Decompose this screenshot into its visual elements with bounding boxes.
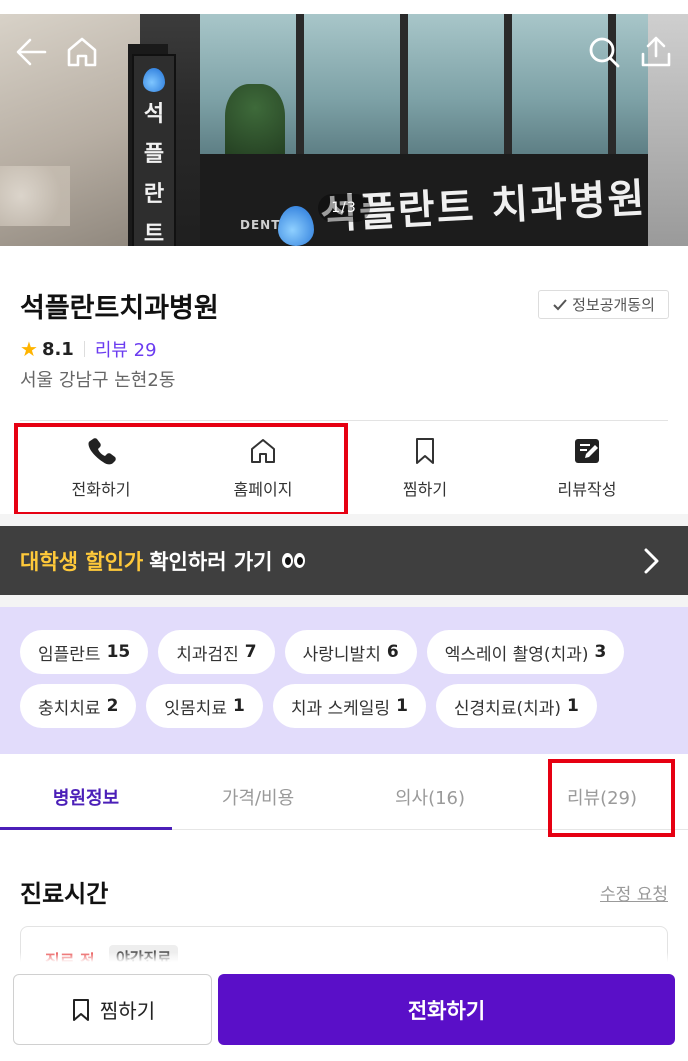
tag-name: 사랑니발치 xyxy=(302,644,381,665)
eyes-icon xyxy=(282,553,306,568)
consent-label: 정보공개동의 xyxy=(572,296,655,314)
tag-row: 충치치료 2 잇몸치료 1 치과 스케일링 1 신경치료(치과) 1 xyxy=(20,684,688,728)
clinic-address: 서울 강남구 논현2동 xyxy=(20,370,176,391)
tag-chip[interactable]: 잇몸치료 1 xyxy=(146,684,263,728)
tag-count: 6 xyxy=(386,642,399,662)
tag-chip[interactable]: 임플란트 15 xyxy=(20,630,149,674)
home-icon[interactable] xyxy=(64,34,100,70)
tag-chip[interactable]: 치과 스케일링 1 xyxy=(272,684,426,728)
tag-count: 15 xyxy=(106,642,131,662)
sign-char: 란 xyxy=(143,182,165,207)
tag-chip[interactable]: 엑스레이 촬영(치과) 3 xyxy=(426,630,625,674)
tag-chip[interactable]: 신경치료(치과) 1 xyxy=(435,684,597,728)
treatment-tags: 임플란트 15 치과검진 7 사랑니발치 6 엑스레이 촬영(치과) 3 충치치료 2 잇… xyxy=(0,607,688,754)
section-gap xyxy=(0,595,688,607)
tag-name: 치과 스케일링 xyxy=(290,698,391,719)
tag-name: 신경치료(치과) xyxy=(453,698,562,719)
tag-count: 1 xyxy=(396,696,408,716)
divider xyxy=(83,341,85,357)
tag-name: 잇몸치료 xyxy=(164,698,227,719)
bookmark-action[interactable]: 찜하기 xyxy=(344,422,506,514)
tag-chip[interactable]: 치과검진 7 xyxy=(158,630,275,674)
divider xyxy=(20,420,668,421)
check-icon xyxy=(553,298,567,310)
back-arrow-icon[interactable] xyxy=(14,34,50,70)
bookmark-icon xyxy=(416,438,434,464)
rating-score: 8.1 xyxy=(41,338,74,360)
sign-char: 석 xyxy=(143,102,165,127)
write-review-action[interactable]: 리뷰작성 xyxy=(506,422,668,514)
section-gap xyxy=(0,514,688,526)
action-row: 전화하기 홈페이지 찜하기 리뷰작성 xyxy=(20,422,668,514)
tag-name: 엑스레이 촬영(치과) xyxy=(444,644,589,665)
detail-tabs: 병원정보 가격/비용 의사(16) 리뷰(29) xyxy=(0,764,688,830)
top-bar xyxy=(0,14,688,88)
phone-icon xyxy=(88,438,116,465)
chevron-right-icon xyxy=(644,548,659,574)
search-icon[interactable] xyxy=(586,34,622,70)
tag-count: 2 xyxy=(106,696,119,716)
save-button[interactable]: 찜하기 xyxy=(13,974,212,1045)
tag-name: 임플란트 xyxy=(38,644,101,665)
bookmark-action-label: 찜하기 xyxy=(402,480,448,499)
review-count-link[interactable]: 리뷰 29 xyxy=(95,336,157,362)
tag-count: 1 xyxy=(232,696,245,716)
image-counter: 1/3 xyxy=(318,194,370,222)
home-icon xyxy=(251,439,275,463)
logo-drop-icon xyxy=(278,206,314,246)
promo-text: 확인하러 가기 xyxy=(149,549,273,574)
star-icon: ★ xyxy=(20,337,38,361)
save-button-label: 찜하기 xyxy=(99,999,156,1023)
hero-main-sign: DENTIS 석플란트 치과병원 xyxy=(200,154,688,246)
edit-request-link[interactable]: 수정 요청 xyxy=(600,880,668,905)
sign-char: 플 xyxy=(143,142,165,167)
call-action[interactable]: 전화하기 xyxy=(20,422,182,514)
tag-count: 1 xyxy=(567,696,579,716)
bookmark-icon xyxy=(72,998,89,1021)
tag-chip[interactable]: 사랑니발치 6 xyxy=(284,630,417,674)
student-discount-banner[interactable]: 대학생 할인가 확인하러 가기 xyxy=(0,526,688,595)
hours-section-title: 진료시간 xyxy=(20,880,109,908)
rating-row: ★ 8.1 리뷰 29 xyxy=(20,336,157,362)
homepage-action[interactable]: 홈페이지 xyxy=(182,422,344,514)
tab-reviews[interactable]: 리뷰(29) xyxy=(516,764,688,829)
bottom-action-bar: 찜하기 전화하기 xyxy=(0,952,688,1061)
call-action-label: 전화하기 xyxy=(71,480,131,499)
tag-name: 치과검진 xyxy=(176,644,239,665)
sign-char: 트 xyxy=(143,222,165,246)
consent-badge[interactable]: 정보공개동의 xyxy=(538,290,669,319)
share-icon[interactable] xyxy=(638,34,674,70)
tag-name: 충치치료 xyxy=(38,698,101,719)
edit-review-icon xyxy=(575,439,599,463)
write-review-action-label: 리뷰작성 xyxy=(557,480,617,499)
tab-doctors[interactable]: 의사(16) xyxy=(344,764,516,829)
clinic-name: 석플란트치과병원 xyxy=(20,293,219,324)
homepage-action-label: 홈페이지 xyxy=(233,480,293,499)
tab-hospital-info[interactable]: 병원정보 xyxy=(0,764,172,830)
tag-chip[interactable]: 충치치료 2 xyxy=(20,684,137,728)
tab-price[interactable]: 가격/비용 xyxy=(172,764,344,829)
tag-count: 7 xyxy=(244,642,257,662)
tag-row: 임플란트 15 치과검진 7 사랑니발치 6 엑스레이 촬영(치과) 3 xyxy=(20,630,688,674)
tag-count: 3 xyxy=(594,642,607,662)
call-button[interactable]: 전화하기 xyxy=(218,974,675,1045)
hero-plant xyxy=(225,84,285,164)
promo-highlight: 대학생 할인가 xyxy=(20,549,144,574)
